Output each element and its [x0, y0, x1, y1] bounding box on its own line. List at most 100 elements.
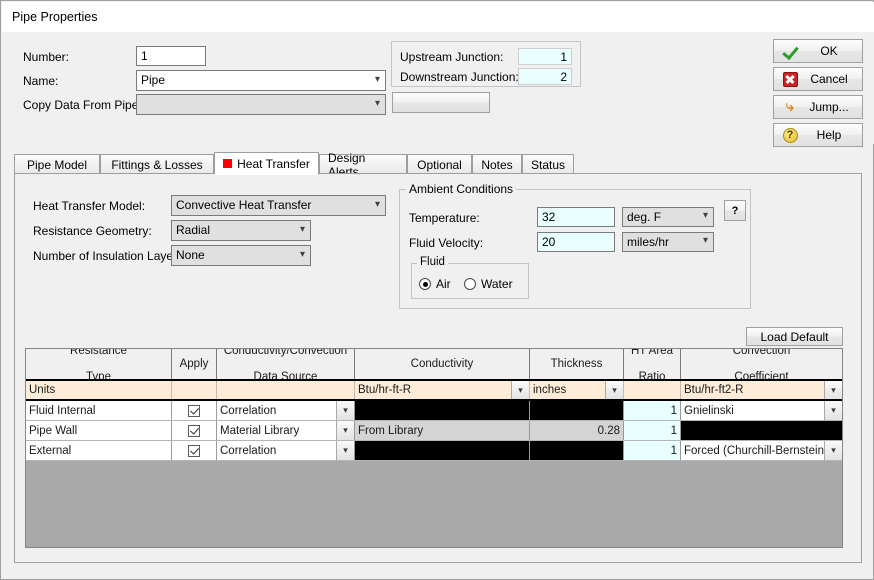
tab-status-label: Status — [530, 157, 566, 172]
row-type-label: Fluid Internal — [26, 401, 172, 420]
tab-fittings-losses-label: Fittings & Losses — [111, 157, 203, 172]
units-conductivity-cell[interactable]: Btu/hr-ft-R ▾ — [355, 381, 530, 399]
copy-previous-button[interactable] — [392, 92, 490, 113]
header-resistance-type: Resistance Type — [26, 349, 172, 379]
units-row-label: Units — [26, 381, 172, 399]
cancel-button[interactable]: Cancel — [773, 67, 863, 91]
units-thickness-cell[interactable]: inches ▾ — [530, 381, 624, 399]
row-ht-area-ratio-cell[interactable]: 1 — [624, 421, 681, 440]
jump-button[interactable]: ⤷ Jump... — [773, 95, 863, 119]
radio-fluid-water[interactable]: Water — [464, 277, 513, 291]
header-ht-area-ratio-l1: HT Area — [631, 349, 673, 357]
arrow-jump-icon: ⤷ — [785, 98, 795, 115]
tab-heat-transfer[interactable]: Heat Transfer — [214, 152, 319, 175]
tab-optional[interactable]: Optional — [407, 154, 472, 174]
row-data-source-combo[interactable]: Correlation ▾ — [217, 401, 355, 420]
chevron-down-icon: ▾ — [374, 97, 380, 109]
ambient-help-button[interactable]: ? — [724, 200, 746, 221]
radio-fluid-air[interactable]: Air — [419, 277, 451, 291]
insulation-layers-value: None — [176, 248, 205, 262]
row-convection-combo — [681, 421, 842, 440]
row-thickness-cell — [530, 441, 624, 460]
ok-button[interactable]: OK — [773, 39, 863, 63]
table-row[interactable]: External Correlation ▾ 1 Forced (Churchi… — [26, 441, 842, 461]
fluid-velocity-label: Fluid Velocity: — [409, 236, 484, 250]
checkbox-icon — [188, 424, 200, 437]
chevron-down-icon[interactable]: ▾ — [824, 401, 842, 420]
resistance-table: Resistance Type Apply Conductivity/Convec… — [25, 348, 843, 548]
resistance-geometry-value: Radial — [176, 223, 211, 237]
jump-button-label: Jump... — [809, 100, 849, 114]
resistance-geometry-combo[interactable]: Radial ▾ — [171, 220, 311, 241]
header-ht-area-ratio: HT Area Ratio — [624, 349, 681, 379]
downstream-junction-label: Downstream Junction: — [400, 70, 519, 84]
heat-transfer-model-value: Convective Heat Transfer — [176, 198, 312, 212]
title-bar: Pipe Properties — [2, 2, 874, 32]
copy-data-combo[interactable]: ▾ — [136, 94, 386, 115]
name-combo[interactable]: Pipe ▾ — [136, 70, 386, 91]
table-header-row: Resistance Type Apply Conductivity/Convec… — [26, 349, 842, 381]
temperature-unit-value: deg. F — [627, 210, 662, 224]
heat-transfer-model-label: Heat Transfer Model: — [33, 199, 146, 213]
fluid-velocity-unit-combo[interactable]: miles/hr ▾ — [622, 232, 714, 252]
header-resistance-type-l1: Resistance — [70, 349, 127, 357]
chevron-down-icon[interactable]: ▾ — [605, 381, 623, 399]
row-data-source-combo[interactable]: Correlation ▾ — [217, 441, 355, 460]
row-conductivity-cell — [355, 401, 530, 420]
row-ht-area-ratio-cell[interactable]: 1 — [624, 441, 681, 460]
row-convection-combo[interactable]: Forced (Churchill-Bernstein) ▾ — [681, 441, 842, 460]
header-conductivity-label: Conductivity — [410, 357, 474, 370]
chevron-down-icon[interactable]: ▾ — [824, 381, 842, 399]
window-title: Pipe Properties — [12, 10, 98, 24]
header-convection-coefficient: Convection Coefficient — [681, 349, 842, 379]
units-convection-cell[interactable]: Btu/hr-ft2-R ▾ — [681, 381, 842, 399]
top-form-area: Number: 1 Name: Pipe ▾ Copy Data From Pi… — [2, 32, 874, 147]
tab-status[interactable]: Status — [522, 154, 574, 174]
chevron-down-icon[interactable]: ▾ — [336, 441, 354, 460]
tab-fittings-losses[interactable]: Fittings & Losses — [100, 154, 214, 174]
table-row[interactable]: Fluid Internal Correlation ▾ 1 Gnielinsk… — [26, 401, 842, 421]
chevron-down-icon[interactable]: ▾ — [336, 401, 354, 420]
resistance-geometry-label: Resistance Geometry: — [33, 224, 152, 238]
tab-optional-label: Optional — [417, 157, 462, 172]
chevron-down-icon[interactable]: ▾ — [511, 381, 529, 399]
row-type-label: External — [26, 441, 172, 460]
temperature-input[interactable]: 32 — [537, 207, 615, 227]
row-thickness-cell — [530, 401, 624, 420]
help-button[interactable]: ? Help — [773, 123, 863, 147]
chevron-down-icon: ▾ — [299, 223, 305, 235]
row-apply-checkbox[interactable] — [172, 441, 217, 460]
header-apply-label: Apply — [179, 357, 209, 370]
row-apply-checkbox[interactable] — [172, 421, 217, 440]
name-label: Name: — [23, 74, 59, 88]
checkbox-icon — [188, 444, 200, 457]
load-default-button[interactable]: Load Default — [746, 327, 843, 346]
insulation-layers-label: Number of Insulation Layers: — [33, 249, 187, 263]
row-convection-value: Forced (Churchill-Bernstein) — [684, 444, 828, 457]
units-conductivity-value: Btu/hr-ft-R — [358, 384, 412, 396]
number-input[interactable]: 1 — [136, 46, 206, 66]
row-data-source-value: Material Library — [220, 424, 300, 437]
insulation-layers-combo[interactable]: None ▾ — [171, 245, 311, 266]
radio-circle-icon — [419, 278, 431, 290]
header-data-source-l2: Data Source — [253, 370, 318, 380]
row-convection-combo[interactable]: Gnielinski ▾ — [681, 401, 842, 420]
row-apply-checkbox[interactable] — [172, 401, 217, 420]
fluid-group-title: Fluid — [417, 256, 448, 268]
header-apply: Apply — [172, 349, 217, 379]
help-button-label: Help — [816, 128, 842, 142]
row-data-source-combo[interactable]: Material Library ▾ — [217, 421, 355, 440]
chevron-down-icon[interactable]: ▾ — [336, 421, 354, 440]
row-ht-area-ratio-cell[interactable]: 1 — [624, 401, 681, 420]
table-row[interactable]: Pipe Wall Material Library ▾ From Librar… — [26, 421, 842, 441]
heat-transfer-model-combo[interactable]: Convective Heat Transfer ▾ — [171, 195, 386, 216]
tab-pipe-model[interactable]: Pipe Model — [14, 154, 100, 174]
fluid-velocity-input[interactable]: 20 — [537, 232, 615, 252]
tab-design-alerts[interactable]: Design Alerts — [319, 151, 407, 179]
temperature-unit-combo[interactable]: deg. F ▾ — [622, 207, 714, 227]
row-conductivity-cell — [355, 441, 530, 460]
chevron-down-icon[interactable]: ▾ — [824, 441, 842, 460]
header-ht-area-ratio-l2: Ratio — [638, 370, 666, 380]
tab-notes[interactable]: Notes — [472, 154, 522, 174]
row-type-label: Pipe Wall — [26, 421, 172, 440]
